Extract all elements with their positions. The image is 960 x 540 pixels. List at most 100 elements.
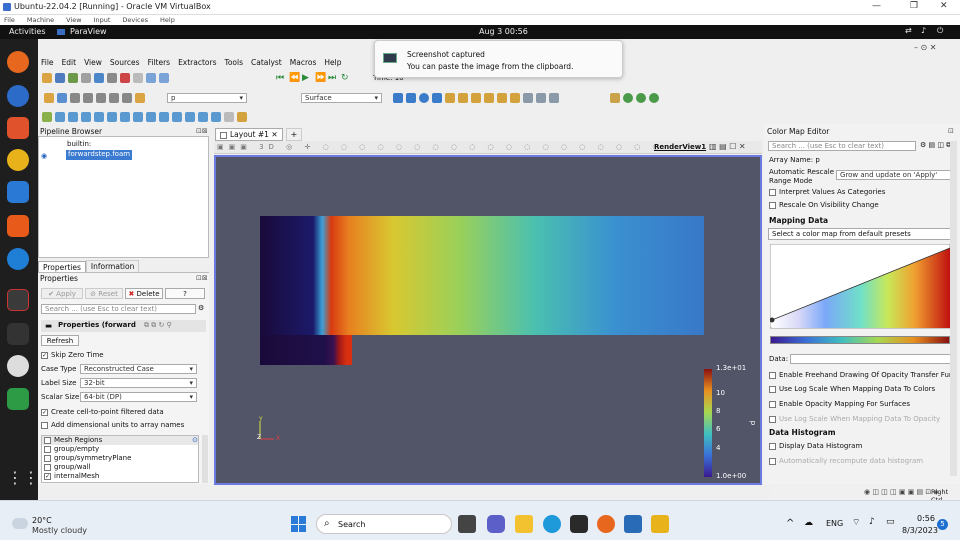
clip-icon[interactable]	[68, 112, 78, 122]
last-frame-icon[interactable]: ⏭	[328, 73, 338, 83]
pipeline-item-builtin[interactable]: builtin:	[67, 140, 91, 148]
tray-chevron-icon[interactable]: ^	[786, 518, 794, 529]
scalar-size-select[interactable]: 64-bit (DP) ▾	[80, 392, 197, 402]
interpret-checkbox[interactable]	[769, 188, 776, 196]
rhythmbox-icon[interactable]	[7, 149, 29, 171]
reset-center-icon[interactable]	[649, 93, 659, 103]
array-select[interactable]: p ▾	[167, 93, 247, 103]
rescale-icon[interactable]	[122, 93, 132, 103]
weather-desc[interactable]: Mostly cloudy	[32, 526, 87, 535]
center-axes-icon[interactable]	[623, 93, 633, 103]
region-checkbox[interactable]	[44, 454, 51, 462]
collapse-icon[interactable]: ▬	[45, 321, 52, 330]
representation-select[interactable]: Surface ▾	[301, 93, 382, 103]
menu-tools[interactable]: Tools	[225, 58, 243, 67]
warp-icon[interactable]	[146, 112, 156, 122]
visible-range-icon[interactable]	[109, 93, 119, 103]
app-taskbar-icon[interactable]	[651, 515, 669, 533]
region-checkbox[interactable]	[44, 445, 51, 453]
skip-zero-checkbox[interactable]: ✓	[41, 351, 48, 359]
weather-cloud-icon[interactable]	[12, 518, 28, 529]
save-icon[interactable]	[55, 73, 65, 83]
volume-icon[interactable]: ♪	[921, 26, 926, 35]
pv-window-controls[interactable]: – ⊙ ✕	[914, 43, 937, 52]
files-icon[interactable]	[7, 117, 29, 139]
taskbar-date[interactable]: 8/3/2023	[902, 526, 938, 535]
tab-properties[interactable]: Properties	[38, 260, 86, 273]
writer-icon[interactable]	[7, 181, 29, 203]
disc-icon[interactable]	[7, 355, 29, 377]
auto-rescale-select[interactable]: Grow and update on 'Apply'	[836, 170, 954, 180]
network-icon[interactable]: ⇄	[905, 26, 912, 35]
notification-badge[interactable]: 5	[937, 519, 948, 530]
menu-help[interactable]: Help	[324, 58, 341, 67]
zoom-data-icon[interactable]	[406, 93, 416, 103]
group-icon[interactable]	[159, 112, 169, 122]
reset-camera-icon[interactable]	[393, 93, 403, 103]
extract-level-icon[interactable]	[172, 112, 182, 122]
render-view[interactable]: Y Z X 1.3e+01 10 8 6 4 1.0e+00 p	[214, 155, 762, 485]
pick-center-icon[interactable]	[636, 93, 646, 103]
threshold-icon[interactable]	[94, 112, 104, 122]
close-icon[interactable]: ✕	[940, 1, 948, 11]
cme-toolbar-icons[interactable]: ⚙ ▤ ◫ ⧉	[920, 141, 951, 150]
onedrive-icon[interactable]: ☁	[804, 518, 813, 528]
view-x-plus-icon[interactable]	[445, 93, 455, 103]
activities-button[interactable]: Activities	[9, 27, 46, 36]
help-icon[interactable]	[7, 248, 29, 270]
stream-tracer-icon[interactable]	[133, 112, 143, 122]
store-icon[interactable]	[570, 515, 588, 533]
app-menu[interactable]: ParaView	[70, 27, 107, 36]
reset-button[interactable]: ⊘ Reset	[85, 288, 123, 299]
vbox-menu-help[interactable]: Help	[160, 16, 175, 24]
rotate-icon[interactable]	[523, 93, 533, 103]
vbox-menu-view[interactable]: View	[66, 16, 81, 24]
ruler-icon[interactable]	[237, 112, 247, 122]
glyph-icon[interactable]	[120, 112, 130, 122]
rotate-ccw-icon[interactable]	[536, 93, 546, 103]
menu-filters[interactable]: Filters	[148, 58, 170, 67]
task-view-icon[interactable]	[458, 515, 476, 533]
edit-colormap-icon[interactable]	[57, 93, 67, 103]
minimize-icon[interactable]: —	[872, 1, 881, 11]
panel-float-close-icon[interactable]: ⊡⊠	[196, 127, 208, 135]
contour-icon[interactable]	[55, 112, 65, 122]
flow-field-svg[interactable]	[216, 157, 760, 483]
apply-button[interactable]: ✔ Apply	[41, 288, 83, 299]
virtualbox-taskbar-icon[interactable]	[624, 515, 642, 533]
language-indicator[interactable]: ENG	[826, 519, 843, 528]
calculator-icon[interactable]	[42, 112, 52, 122]
camera-redo-icon[interactable]	[159, 73, 169, 83]
advanced-gear-icon[interactable]: ⚙	[198, 304, 204, 312]
file-explorer-icon[interactable]	[515, 515, 533, 533]
weather-temp[interactable]: 20°C	[32, 516, 52, 525]
save-state-icon[interactable]	[81, 73, 91, 83]
connect-icon[interactable]	[94, 73, 104, 83]
view-z-plus-icon[interactable]	[497, 93, 507, 103]
menu-macros[interactable]: Macros	[290, 58, 317, 67]
menu-view[interactable]: View	[84, 58, 102, 67]
menu-catalyst[interactable]: Catalyst	[251, 58, 282, 67]
case-type-select[interactable]: Reconstructed Case ▾	[80, 364, 197, 374]
panel-float-close-icon[interactable]: ⊡⊠	[196, 274, 208, 282]
show-apps-icon[interactable]: ⋮⋮	[7, 467, 39, 489]
freehand-checkbox[interactable]	[769, 371, 776, 379]
data-value-input[interactable]	[790, 354, 954, 364]
restore-icon[interactable]: ❐	[910, 1, 918, 11]
menu-file[interactable]: File	[41, 58, 54, 67]
custom-range-icon[interactable]	[83, 93, 93, 103]
cell-to-point-checkbox[interactable]: ✓	[41, 408, 48, 416]
braces-icon[interactable]	[224, 112, 234, 122]
interaction-mode-icon[interactable]	[610, 93, 620, 103]
windows-start-icon[interactable]	[291, 516, 307, 532]
volume-taskbar-icon[interactable]: ♪	[869, 517, 875, 527]
properties-search-input[interactable]: Search ... (use Esc to clear text)	[41, 304, 196, 314]
view-x-minus-icon[interactable]	[458, 93, 468, 103]
log-opacity-checkbox[interactable]	[769, 415, 776, 423]
properties-scrollbar[interactable]	[202, 435, 208, 483]
copy-paste-icons[interactable]: ⧉ ⧉ ↻ ⚲	[144, 321, 172, 330]
power-icon[interactable]: ⏻	[937, 26, 943, 36]
reset-range-icon[interactable]	[70, 93, 80, 103]
disconnect-icon[interactable]	[107, 73, 117, 83]
plot-icon[interactable]	[198, 112, 208, 122]
